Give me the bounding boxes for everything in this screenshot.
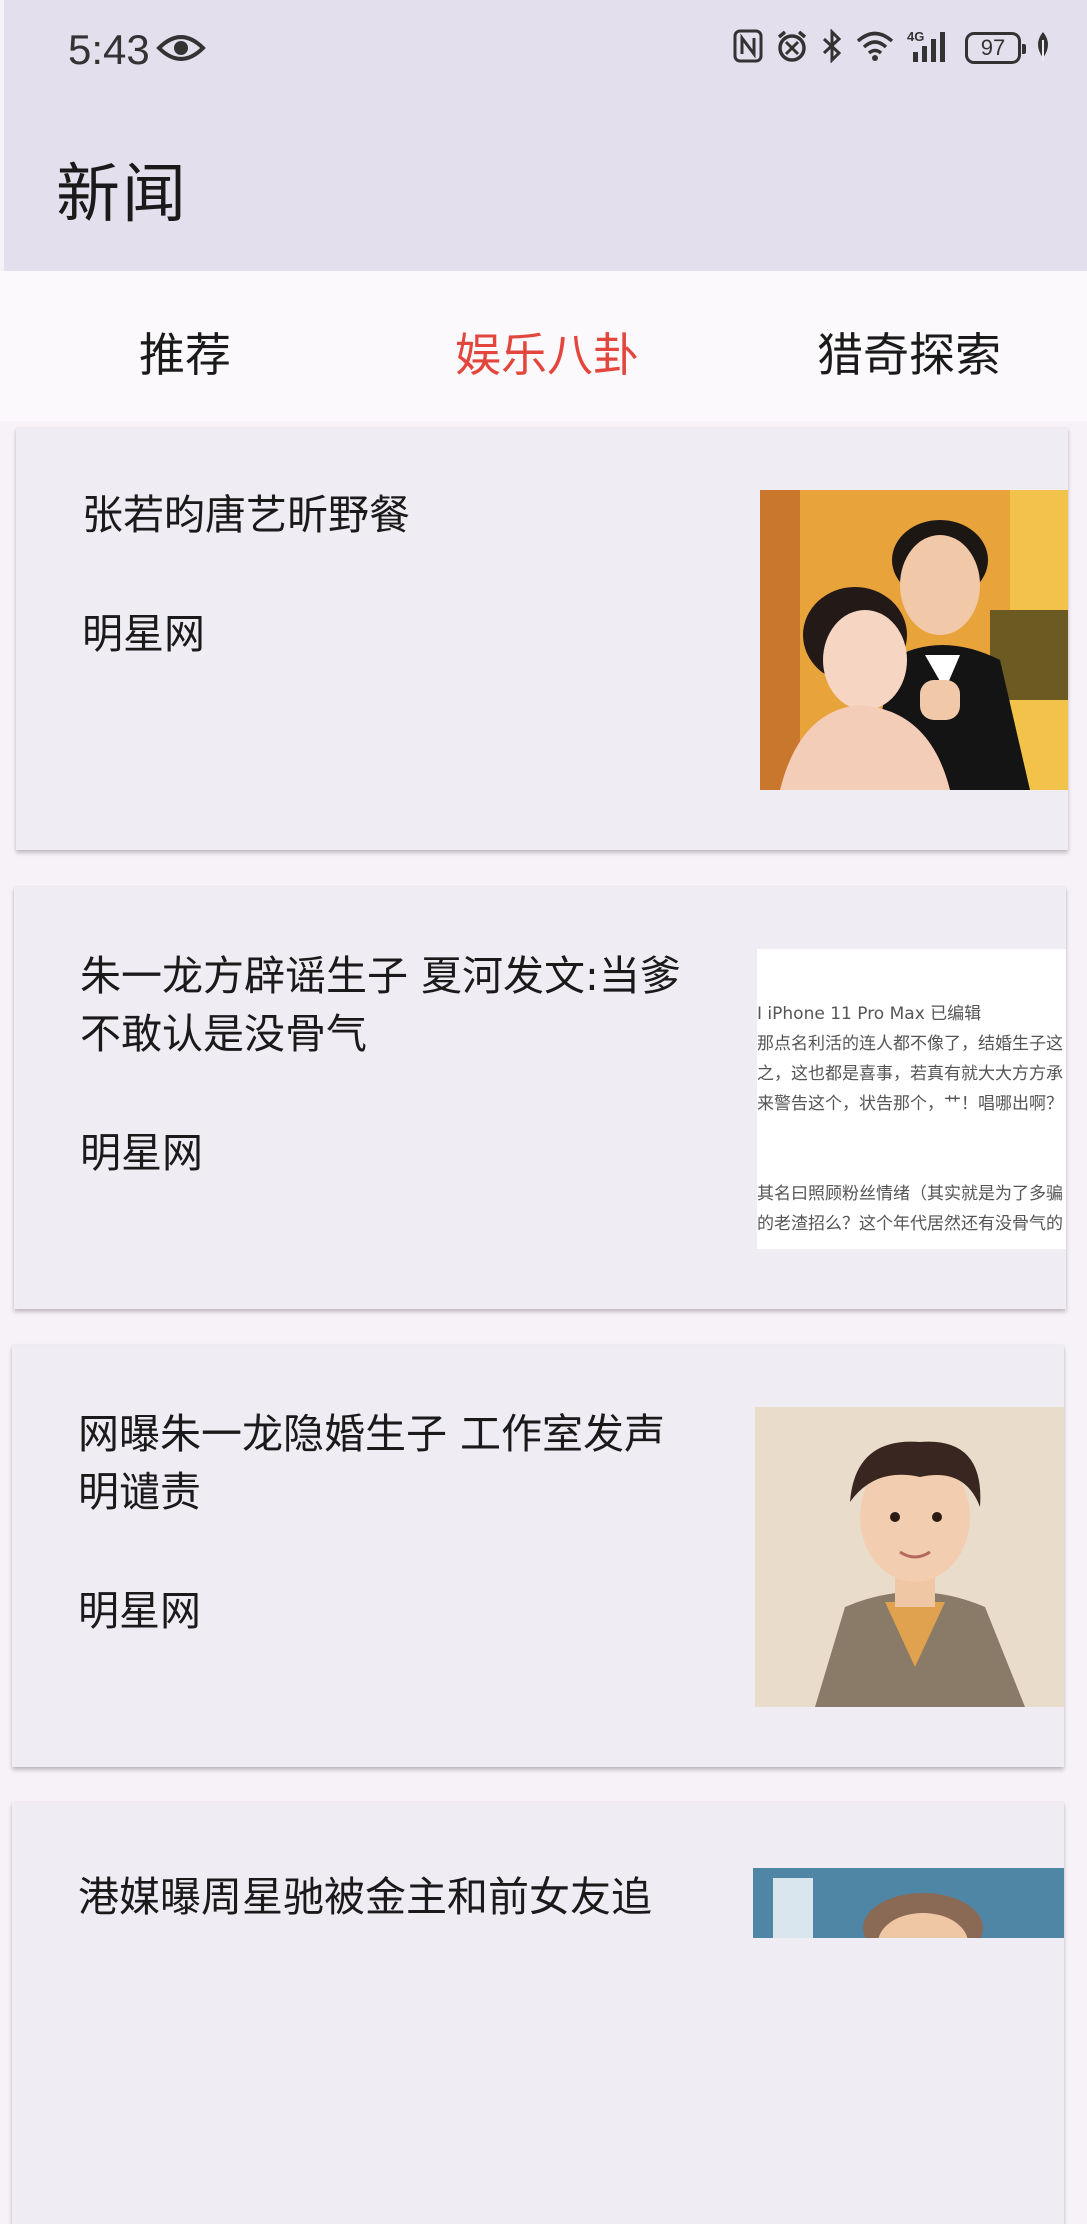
page-title: 新闻 xyxy=(56,158,188,232)
news-card[interactable]: 张若昀唐艺昕野餐 明星网 xyxy=(16,428,1068,850)
thumb-text-line: 之，这也都是喜事，若真有就大大方方承 xyxy=(757,1064,1063,1084)
news-title: 张若昀唐艺昕野餐 xyxy=(82,491,410,539)
app-bar: 5:43 4G 97 新闻 xyxy=(4,0,1087,271)
news-thumbnail xyxy=(760,490,1068,790)
tab-recommend[interactable]: 推荐 xyxy=(139,319,231,385)
news-thumbnail xyxy=(755,1407,1064,1707)
news-card[interactable]: 网曝朱一龙隐婚生子 工作室发声明谴责 明星网 xyxy=(12,1345,1064,1767)
thumb-text-line: 来警告这个，状告那个，艹！唱哪出啊？ xyxy=(757,1094,1063,1114)
thumb-text-line: 其名曰照顾粉丝情绪（其实就是为了多骗 xyxy=(757,1184,1063,1204)
thumb-text-line: 的老渣招么？这个年代居然还有没骨气的 xyxy=(757,1214,1063,1234)
news-source: 明星网 xyxy=(80,1129,203,1177)
tab-entertainment[interactable]: 娱乐八卦 xyxy=(455,319,639,385)
news-card[interactable]: 朱一龙方辟谣生子 夏河发文:当爹不敢认是没骨气 明星网 I iPhone 11 … xyxy=(14,887,1066,1309)
signal-icon: 4G xyxy=(907,28,953,68)
news-title: 网曝朱一龙隐婚生子 工作室发声明谴责 xyxy=(78,1410,666,1516)
news-source: 明星网 xyxy=(78,1587,201,1635)
news-title: 朱一龙方辟谣生子 夏河发文:当爹不敢认是没骨气 xyxy=(80,952,681,1058)
thumb-text-line: I iPhone 11 Pro Max 已编辑 xyxy=(757,1004,982,1024)
nfc-icon xyxy=(733,29,763,67)
news-source: 明星网 xyxy=(82,610,205,658)
network-type-label: 4G xyxy=(907,29,924,44)
wifi-icon xyxy=(855,30,895,66)
eye-icon xyxy=(156,30,206,70)
bluetooth-icon xyxy=(821,28,843,67)
news-thumbnail: I iPhone 11 Pro Max 已编辑 那点名利活的连人都不像了，结婚生… xyxy=(757,949,1066,1249)
news-card[interactable]: 港媒曝周星驰被金主和前女友追 xyxy=(12,1802,1064,2224)
status-time: 5:43 xyxy=(68,26,150,73)
battery-level: 97 xyxy=(980,35,1006,60)
alarm-icon xyxy=(775,29,809,67)
status-icons: 4G 97 xyxy=(733,28,1053,68)
thumb-text-line: 那点名利活的连人都不像了，结婚生子这 xyxy=(757,1034,1063,1054)
tab-curiosity[interactable]: 猎奇探索 xyxy=(817,319,1001,385)
battery-icon: 97 xyxy=(965,32,1026,64)
leaf-icon xyxy=(1033,30,1053,66)
tab-bar: 推荐 娱乐八卦 猎奇探索 xyxy=(0,271,1087,421)
news-title: 港媒曝周星驰被金主和前女友追 xyxy=(78,1873,652,1921)
news-thumbnail xyxy=(753,1868,1064,1938)
